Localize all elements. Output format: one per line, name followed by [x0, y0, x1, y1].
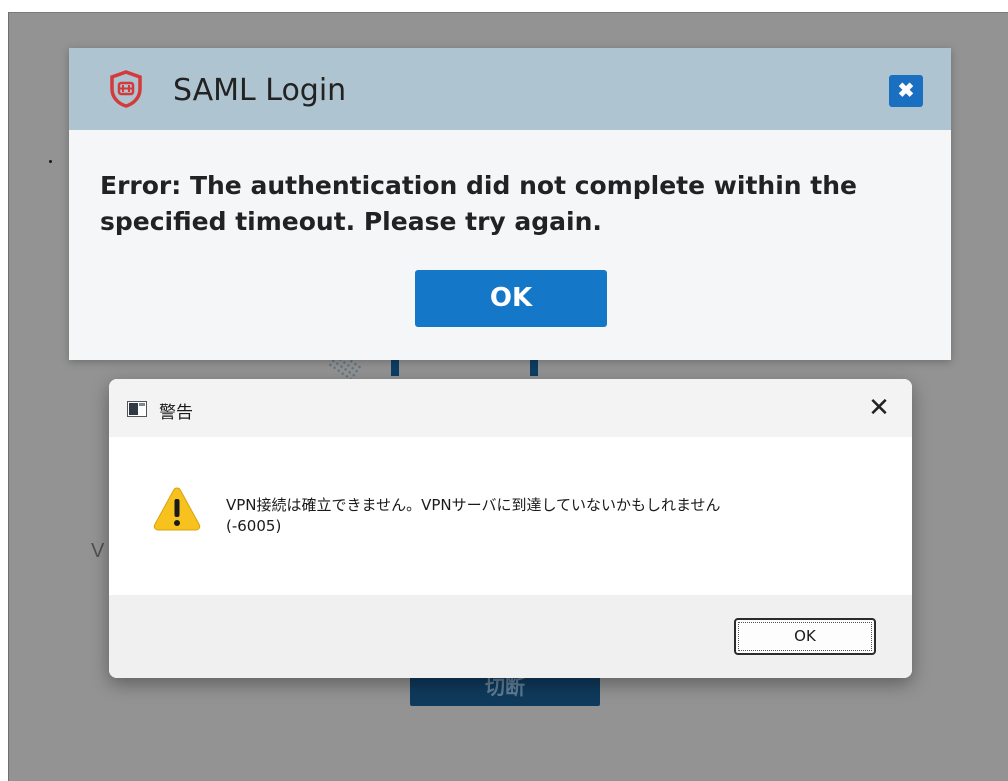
screen: V 切断 SAML Login ✖ Error: The authenticat… — [0, 0, 1008, 781]
warning-triangle-icon — [153, 487, 201, 531]
saml-dialog-title: SAML Login — [173, 73, 347, 108]
warning-close-button[interactable]: ✕ — [857, 391, 901, 425]
saml-close-button[interactable]: ✖ — [889, 75, 923, 107]
saml-login-dialog: SAML Login ✖ Error: The authentication d… — [69, 48, 951, 360]
warning-dialog-titlebar: 警告 ✕ — [109, 379, 912, 437]
warning-dialog-footer: OK — [109, 595, 912, 678]
saml-error-message: Error: The authentication did not comple… — [100, 171, 857, 236]
background-label-fragment: V — [91, 540, 105, 562]
window-app-icon — [127, 401, 147, 417]
warning-message: VPN接続は確立できません。VPNサーバに到達していないかもしれません (-60… — [226, 495, 886, 537]
warning-ok-button[interactable]: OK — [734, 618, 876, 655]
saml-dialog-header: SAML Login ✖ — [69, 48, 951, 130]
warning-dialog-title: 警告 — [159, 403, 193, 423]
saml-ok-button[interactable]: OK — [415, 270, 607, 327]
warning-dialog: 警告 ✕ VPN接続は確立できません。VPNサーバに到達していないかもしれません… — [109, 379, 912, 678]
forticlient-shield-icon — [110, 70, 142, 108]
warning-message-line2: (-6005) — [226, 517, 282, 535]
warning-message-line1: VPN接続は確立できません。VPNサーバに到達していないかもしれません — [226, 496, 721, 514]
background-dot — [49, 160, 52, 163]
